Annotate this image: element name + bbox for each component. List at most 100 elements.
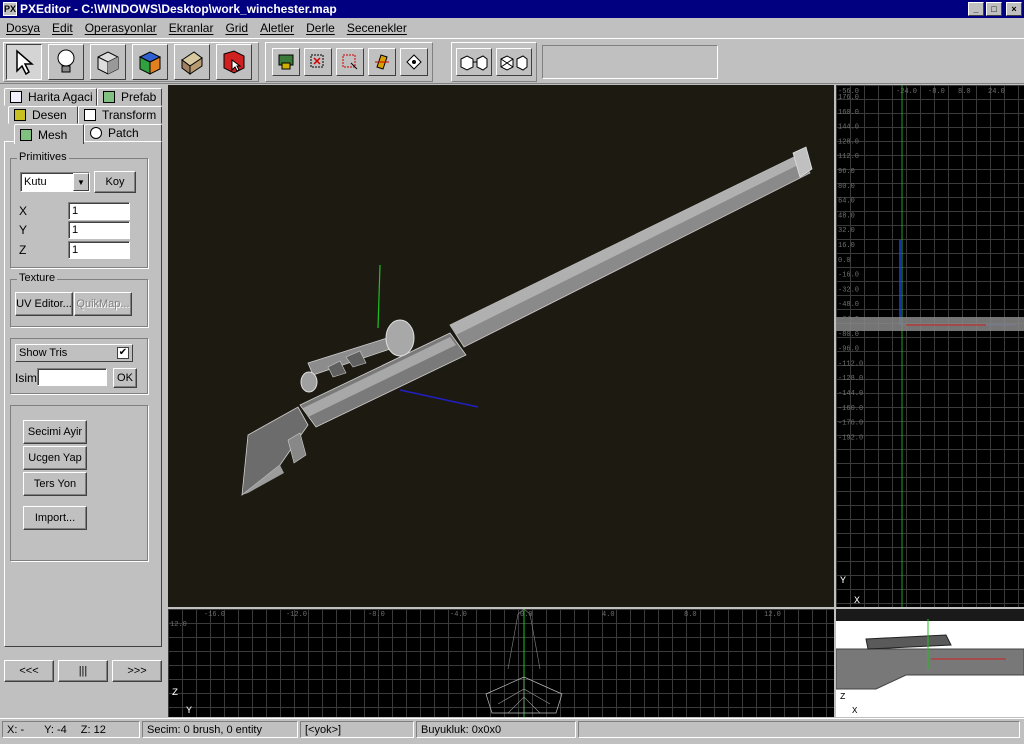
select-arrow-icon[interactable] [6, 44, 42, 80]
texture-preview-top [836, 609, 1024, 621]
scope-eyepiece [300, 371, 318, 393]
z-field[interactable]: 1 [68, 241, 130, 259]
texture-label: Texture [17, 272, 58, 284]
texture-axis-x-label: X [852, 706, 858, 716]
tab-patch[interactable]: Patch [84, 124, 162, 142]
y-axis-line [377, 264, 381, 329]
status-bar: X: - Y: -4 Z: 12 Secim: 0 brush, 0 entit… [0, 718, 1024, 742]
menu-grid[interactable]: Grid [219, 21, 254, 35]
chevron-down-icon[interactable]: ▼ [73, 173, 89, 191]
primitives-label: Primitives [17, 151, 69, 163]
red-cursor-icon[interactable] [216, 44, 252, 80]
tab-label: Prefab [121, 90, 157, 104]
app-window: PX PXEditor - C:\WINDOWS\Desktop\work_wi… [0, 0, 1024, 744]
texture-viewport[interactable]: Z X [836, 609, 1024, 717]
layer-icon[interactable] [272, 48, 300, 76]
isim-field[interactable] [37, 368, 107, 386]
tab-desen[interactable]: Desen [8, 106, 78, 124]
side-left-tick: -176.0 [838, 420, 863, 428]
front-viewport[interactable]: -16.0 -12.0 -8.0 -4.0 0.0 4.0 8.0 12.0 1… [168, 609, 834, 717]
menu-edit[interactable]: Edit [46, 21, 79, 35]
prev-button[interactable]: <<< [4, 660, 54, 682]
middle-button[interactable]: ||| [58, 660, 108, 682]
light-bulb-icon[interactable] [48, 44, 84, 80]
patch-icon [90, 127, 102, 139]
side-top-tick: -24.0 [896, 88, 917, 96]
front-tick: -16.0 [204, 611, 225, 619]
menu-derle[interactable]: Derle [300, 21, 341, 35]
side-axis-y-label: Y [840, 576, 846, 587]
x-field[interactable]: 1 [68, 202, 130, 220]
main-tool-group [3, 42, 259, 82]
side-left-tick: 64.0 [838, 198, 855, 206]
tab-mesh[interactable]: Mesh [14, 124, 84, 144]
tab-label: Desen [32, 108, 67, 122]
shape-select-value: Kutu [24, 176, 47, 188]
ok-button[interactable]: OK [113, 368, 137, 388]
close-button[interactable]: × [1006, 2, 1022, 16]
front-tick: 8.0 [684, 611, 697, 619]
texture-box-icon[interactable] [174, 44, 210, 80]
left-panel: Harita Agaci Prefab Desen Transform Mesh… [0, 85, 167, 717]
uv-editor-button[interactable]: UV Editor... [15, 292, 73, 316]
front-tick: -4.0 [450, 611, 467, 619]
secimi-ayir-button[interactable]: Secimi Ayir [23, 420, 87, 444]
select-red-icon[interactable] [304, 48, 332, 76]
side-left-tick: -64.0 [838, 316, 859, 324]
mesh-panel: Primitives Kutu ▼ Koy X 1 Y 1 Z 1 Textur… [4, 141, 162, 647]
show-tris-label: Show Tris [19, 347, 68, 359]
side-left-tick: 48.0 [838, 212, 855, 220]
side-left-tick: -128.0 [838, 375, 863, 383]
clip-icon[interactable] [368, 48, 396, 76]
ters-yon-button[interactable]: Ters Yon [23, 472, 87, 496]
cube-grid-icon[interactable] [496, 48, 532, 76]
perspective-viewport[interactable] [168, 85, 834, 607]
cube-icon[interactable] [90, 44, 126, 80]
maximize-button[interactable]: □ [986, 2, 1002, 16]
vertex-icon[interactable] [400, 48, 428, 76]
minimize-button[interactable]: _ [968, 2, 984, 16]
y-label: Y [19, 223, 28, 237]
side-left-tick: 176.0 [838, 94, 859, 102]
side-viewport[interactable]: -56.0 -24.0 -8.0 8.0 24.0 176.0 160.0 144.… [836, 85, 1024, 607]
texture-group: Texture UV Editor... QuikMap... [10, 272, 148, 327]
colored-cube-icon[interactable] [132, 44, 168, 80]
status-selection: Secim: 0 brush, 0 entity [142, 721, 298, 738]
tab-transform[interactable]: Transform [78, 106, 162, 124]
koy-button[interactable]: Koy [94, 171, 136, 193]
side-top-tick: 24.0 [988, 88, 1005, 96]
front-ticks: -16.0 -12.0 -8.0 -4.0 0.0 4.0 8.0 12.0 1… [170, 611, 781, 629]
cube-arrow-icon[interactable] [456, 48, 492, 76]
front-tick: -12.0 [286, 611, 307, 619]
status-x: X: - [7, 723, 25, 736]
tab-prefab[interactable]: Prefab [97, 88, 162, 106]
status-z: Z: 12 [80, 723, 106, 736]
front-axis-z-label: Z [172, 688, 178, 699]
y-field[interactable]: 1 [68, 221, 130, 239]
import-button[interactable]: Import... [23, 506, 87, 530]
status-size: Buyukluk: 0x0x0 [416, 721, 576, 738]
menu-ekranlar[interactable]: Ekranlar [163, 21, 220, 35]
show-tris-toggle[interactable]: Show Tris ✔ [15, 344, 133, 362]
menu-secenekler[interactable]: Secenekler [341, 21, 413, 35]
side-left-tick: 96.0 [838, 168, 855, 176]
next-button[interactable]: >>> [112, 660, 162, 682]
menu-dosya[interactable]: Dosya [0, 21, 46, 35]
side-left-tick: -80.0 [838, 331, 859, 339]
side-left-tick: 128.0 [838, 138, 859, 146]
tab-harita-agaci[interactable]: Harita Agaci [4, 88, 97, 106]
tab-label: Transform [102, 108, 157, 122]
show-tris-group: Show Tris ✔ Isim OK [10, 338, 148, 394]
front-axis-y-label: Y [186, 706, 192, 717]
app-icon: PX [3, 2, 17, 16]
rifle-model [241, 146, 813, 496]
deselect-icon[interactable] [336, 48, 364, 76]
x-label: X [19, 204, 28, 218]
menu-operasyonlar[interactable]: Operasyonlar [79, 21, 163, 35]
menu-aletler[interactable]: Aletler [254, 21, 300, 35]
ucgen-yap-button[interactable]: Ucgen Yap [23, 446, 87, 470]
front-view-overlay: -16.0 -12.0 -8.0 -4.0 0.0 4.0 8.0 12.0 1… [170, 609, 781, 717]
shape-select[interactable]: Kutu ▼ [20, 172, 90, 192]
side-top-tick: 8.0 [958, 88, 971, 96]
show-tris-checkbox[interactable]: ✔ [117, 347, 129, 359]
